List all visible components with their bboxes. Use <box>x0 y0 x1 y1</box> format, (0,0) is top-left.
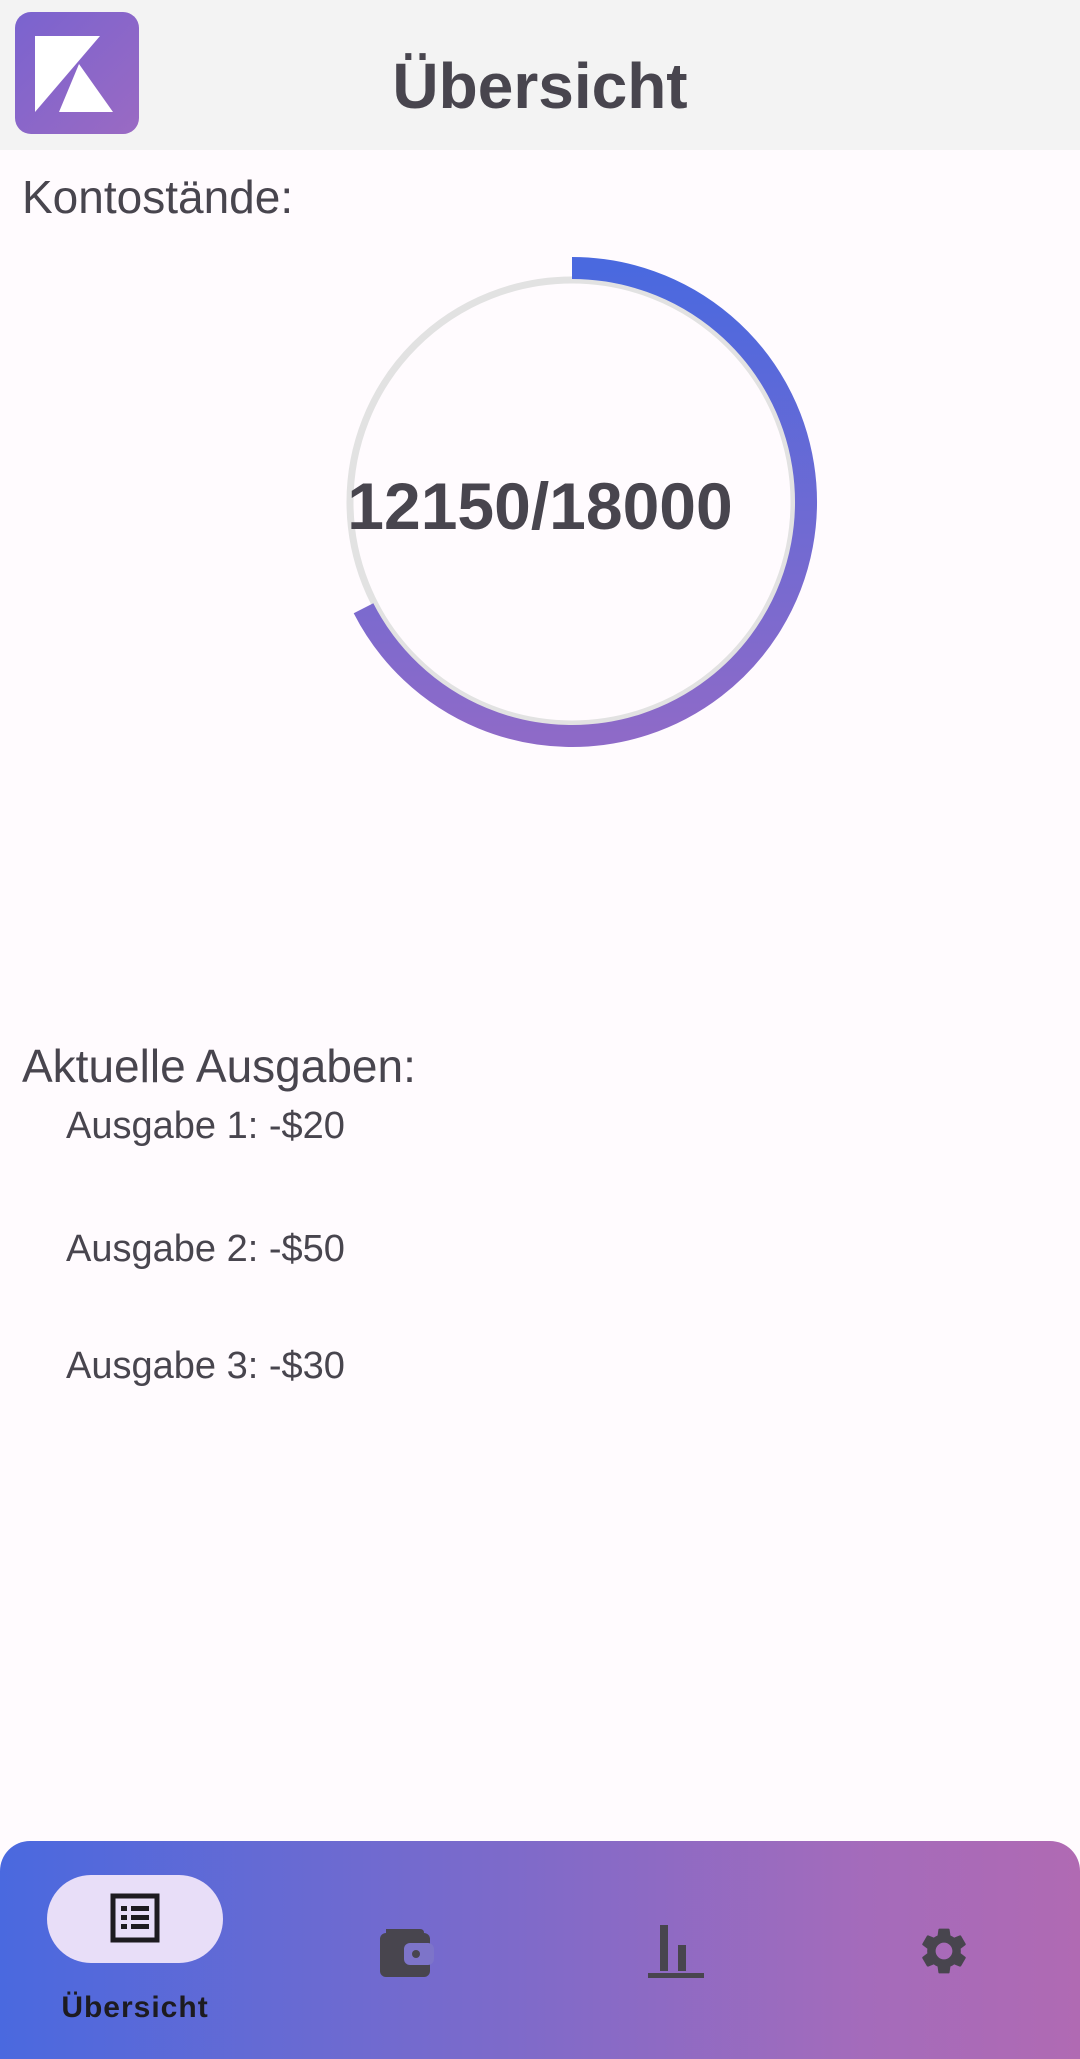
nav-item-settings[interactable] <box>810 1841 1080 2059</box>
list-icon <box>110 1893 160 1943</box>
balance-progress-ring <box>346 257 817 747</box>
nav-label-overview: Übersicht <box>61 1991 209 2024</box>
expense-item: Ausgabe 2: -$50 <box>66 1228 345 1270</box>
balance-value: 12150/18000 <box>347 469 733 543</box>
bar-chart-icon <box>648 1925 704 1978</box>
bottom-navigation: Übersicht <box>0 1841 1080 2059</box>
expense-item: Ausgabe 1: -$20 <box>66 1105 345 1147</box>
nav-item-statistics[interactable] <box>540 1841 810 2059</box>
nav-item-wallet[interactable] <box>270 1841 540 2059</box>
wallet-icon <box>380 1929 434 1977</box>
expense-item: Ausgabe 3: -$30 <box>66 1345 345 1387</box>
nav-item-overview[interactable]: Übersicht <box>0 1841 270 2059</box>
expenses-label: Aktuelle Ausgaben: <box>22 1040 416 1092</box>
gear-icon <box>922 1928 966 1974</box>
